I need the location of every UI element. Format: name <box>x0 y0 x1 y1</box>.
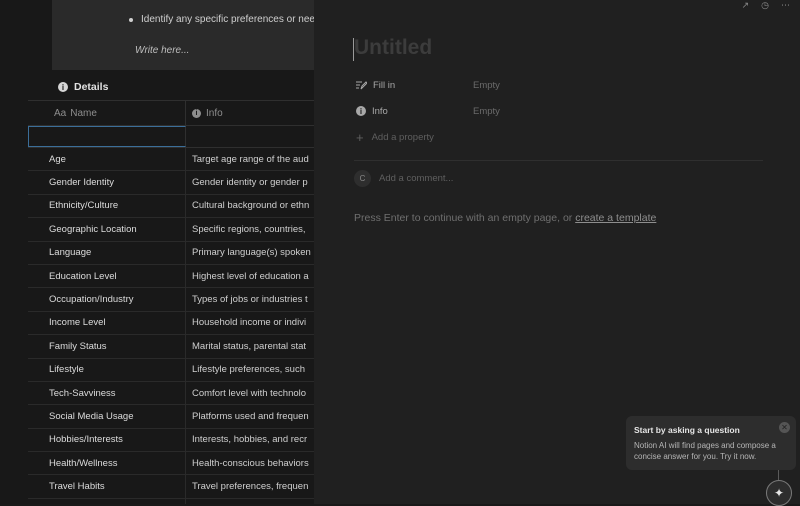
add-property-button[interactable]: + Add a property <box>356 130 434 145</box>
more-icon[interactable]: ⋯ <box>781 0 790 11</box>
details-heading-label: Details <box>74 81 109 93</box>
ai-popover-body: Notion AI will find pages and compose a … <box>634 441 776 461</box>
table-row-new[interactable] <box>28 126 314 148</box>
avatar: C <box>354 170 371 187</box>
info-icon: i <box>58 82 68 92</box>
notion-ai-popover: ✕ Start by asking a question Notion AI w… <box>626 416 796 470</box>
table-cell-name[interactable]: Ethnicity/Culture <box>28 194 186 218</box>
table-cell-info[interactable]: Specific regions, countries, <box>186 218 314 240</box>
column-header-name[interactable]: Aa Name <box>28 101 186 125</box>
table-cell-info[interactable]: Household income or indivi <box>186 312 314 334</box>
property-value[interactable]: Empty <box>473 80 500 91</box>
table-cell-info[interactable]: Platforms used and frequen <box>186 405 314 427</box>
table-row[interactable]: Family Status Marital status, parental st… <box>28 335 314 359</box>
comment-input[interactable]: C Add a comment... <box>354 170 453 187</box>
details-heading: i Details <box>58 81 108 93</box>
info-icon: i <box>192 108 201 118</box>
table-row[interactable]: Age Target age range of the aud <box>28 148 314 172</box>
table-cell-info[interactable]: Marital status, parental stat <box>186 335 314 357</box>
table-header: Aa Name i Info <box>28 100 314 126</box>
edit-lines-icon <box>356 80 367 89</box>
share-icon[interactable]: ↗ <box>742 0 750 11</box>
table-cell-info[interactable]: Highest level of education a <box>186 265 314 287</box>
table-cell-info[interactable]: Comfort level with technolo <box>186 382 314 404</box>
table-cell-info[interactable]: Spending habits, budgeting <box>186 499 314 504</box>
table-cell-name[interactable]: Family Status <box>28 335 186 358</box>
table-row[interactable]: Financial HabitsSpending habits, budgeti… <box>28 498 314 504</box>
text-type-icon: Aa <box>54 107 67 119</box>
table-cell-info[interactable]: Gender identity or gender p <box>186 171 314 193</box>
empty-page-hint: Press Enter to continue with an empty pa… <box>354 212 656 224</box>
table-row[interactable]: Lifestyle Lifestyle preferences, such <box>28 358 314 382</box>
plus-icon: + <box>356 130 364 145</box>
table-cell-name[interactable]: Lifestyle <box>28 358 186 381</box>
table-cell-info[interactable]: Health-conscious behaviors <box>186 452 314 474</box>
table-cell-name[interactable]: Travel Habits <box>28 475 186 498</box>
table-cell-name[interactable]: Income Level <box>28 311 186 335</box>
table-body: Age Target age range of the aud Gender Ide… <box>28 148 314 504</box>
toolbar: ↗ ◷ ⋯ <box>742 0 790 11</box>
property-value[interactable]: Empty <box>473 106 500 117</box>
divider <box>354 160 763 161</box>
comment-placeholder: Add a comment... <box>379 173 454 184</box>
create-template-link[interactable]: create a template <box>575 212 656 224</box>
table-row[interactable]: Education Level Highest level of educatio… <box>28 264 314 289</box>
table-cell-info[interactable]: Lifestyle preferences, such <box>186 359 314 381</box>
clock-icon[interactable]: ◷ <box>761 0 769 11</box>
column-header-info-label: Info <box>206 107 223 119</box>
table-row[interactable]: Geographic Location Specific regions, cou… <box>28 218 314 242</box>
table-row[interactable]: Travel Habits Travel preferences, frequen <box>28 475 314 499</box>
bullet-item[interactable]: Identify any specific preferences or nee… <box>129 14 314 25</box>
bullet-text: Identify any specific preferences or nee… <box>141 14 314 25</box>
table-cell-name[interactable]: Hobbies/Interests <box>28 428 186 452</box>
table-cell-name[interactable]: Health/Wellness <box>28 452 186 475</box>
table-row[interactable]: Social Media Usage Platforms used and fre… <box>28 405 314 429</box>
property-info[interactable]: i Info Empty <box>356 103 500 119</box>
table-row[interactable]: Language Primary language(s) spoken <box>28 241 314 265</box>
table-row[interactable]: Hobbies/Interests Interests, hobbies, and… <box>28 428 314 453</box>
table-cell-info[interactable]: Interests, hobbies, and recr <box>186 429 314 451</box>
table-row[interactable]: Tech-Savviness Comfort level with technol… <box>28 381 314 406</box>
notion-ai-button[interactable]: ✦ <box>766 480 792 506</box>
table-cell-name[interactable]: Gender Identity <box>28 171 186 194</box>
table-cell-name[interactable]: Social Media Usage <box>28 405 186 428</box>
table-cell-info[interactable]: Primary language(s) spoken <box>186 242 314 264</box>
hint-text: Press Enter to continue with an empty pa… <box>354 212 576 224</box>
table-row[interactable]: Health/Wellness Health-conscious behavior… <box>28 452 314 476</box>
column-header-name-label: Name <box>70 107 97 119</box>
column-header-info[interactable]: i Info <box>186 101 314 125</box>
property-fill-in[interactable]: Fill in Empty <box>356 77 500 93</box>
table-row[interactable]: Ethnicity/Culture Cultural background or … <box>28 194 314 219</box>
table-row[interactable]: Occupation/Industry Types of jobs or indu… <box>28 288 314 312</box>
table-cell-info[interactable]: Types of jobs or industries t <box>186 288 314 310</box>
table-cell-name[interactable]: Financial Habits <box>28 498 186 504</box>
page-title[interactable]: Untitled <box>354 36 432 60</box>
popover-connector <box>778 470 779 480</box>
sparkle-icon: ✦ <box>773 486 785 500</box>
table-row[interactable]: Gender Identity Gender identity or gender… <box>28 171 314 195</box>
close-icon[interactable]: ✕ <box>779 422 790 433</box>
info-icon: i <box>356 106 366 116</box>
table-cell-selected[interactable] <box>28 126 186 147</box>
table-cell-info[interactable]: Cultural background or ethn <box>186 195 314 217</box>
bullet-dot <box>129 18 133 22</box>
table-cell-info[interactable]: Travel preferences, frequen <box>186 475 314 497</box>
table-row[interactable]: Income Level Household income or indivi <box>28 311 314 336</box>
property-label: Info <box>372 105 388 117</box>
add-property-label: Add a property <box>371 132 434 143</box>
table-cell-name[interactable]: Education Level <box>28 264 186 288</box>
table-cell-name[interactable]: Language <box>28 241 186 264</box>
background-page: Identify any specific preferences or nee… <box>0 0 314 504</box>
table-cell-name[interactable]: Age <box>28 148 186 171</box>
write-here-placeholder[interactable]: Write here... <box>135 45 189 56</box>
property-label: Fill in <box>373 79 396 91</box>
details-table: Aa Name i Info Age Target age range of th… <box>28 100 314 504</box>
callout-block: Identify any specific preferences or nee… <box>52 0 314 70</box>
table-cell-name[interactable]: Geographic Location <box>28 218 186 241</box>
table-cell-info[interactable]: Target age range of the aud <box>186 148 314 170</box>
table-cell-name[interactable]: Tech-Savviness <box>28 381 186 405</box>
ai-popover-title: Start by asking a question <box>634 425 740 435</box>
table-cell-name[interactable]: Occupation/Industry <box>28 288 186 311</box>
